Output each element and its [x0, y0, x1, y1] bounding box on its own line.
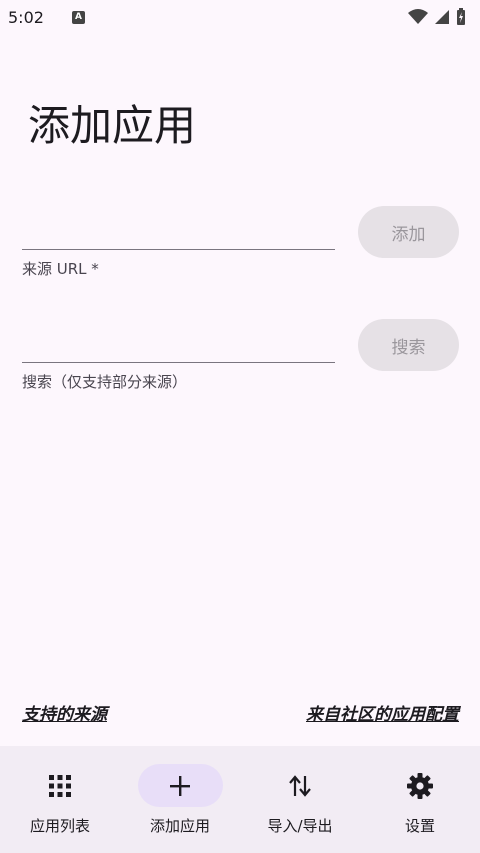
status-indicators [408, 8, 466, 26]
status-bar: 5:02 A [0, 0, 480, 34]
nav-item-app-list[interactable]: 应用列表 [0, 746, 120, 853]
nav-label-add-app: 添加应用 [149, 817, 210, 835]
notification-icon: A [71, 10, 85, 24]
nav-item-add-app[interactable]: 添加应用 [120, 746, 240, 853]
page-title: 添加应用 [28, 101, 197, 150]
nav-item-import-export[interactable]: 导入/导出 [240, 746, 360, 853]
add-button[interactable]: 添加 [358, 206, 459, 258]
source-url-input[interactable] [22, 206, 335, 250]
active-indicator [137, 764, 223, 807]
gear-icon [407, 772, 433, 799]
swap-vertical-icon [289, 774, 311, 797]
search-button[interactable]: 搜索 [358, 319, 459, 371]
wifi-icon [408, 9, 428, 24]
status-time: 5:02 [8, 7, 44, 27]
nav-label-app-list: 应用列表 [29, 817, 90, 835]
search-input[interactable] [22, 319, 335, 363]
community-configs-link[interactable]: 来自社区的应用配置 [306, 700, 459, 725]
supported-sources-link[interactable]: 支持的来源 [22, 700, 107, 725]
plus-icon [170, 775, 190, 796]
gesture-bar [0, 849, 480, 853]
grid-icon [49, 774, 71, 797]
cellular-signal-icon [435, 10, 449, 24]
bottom-navigation: 应用列表 添加应用 导入/导出 设置 [0, 746, 480, 853]
search-label: 搜索（仅支持部分来源） [22, 373, 188, 391]
battery-charging-icon [457, 8, 465, 25]
nav-label-settings: 设置 [404, 817, 435, 835]
footer-links: 支持的来源 来自社区的应用配置 [22, 700, 459, 725]
nav-item-settings[interactable]: 设置 [360, 746, 480, 853]
nav-label-import-export: 导入/导出 [267, 817, 333, 835]
source-url-label: 来源 URL * [22, 260, 99, 278]
